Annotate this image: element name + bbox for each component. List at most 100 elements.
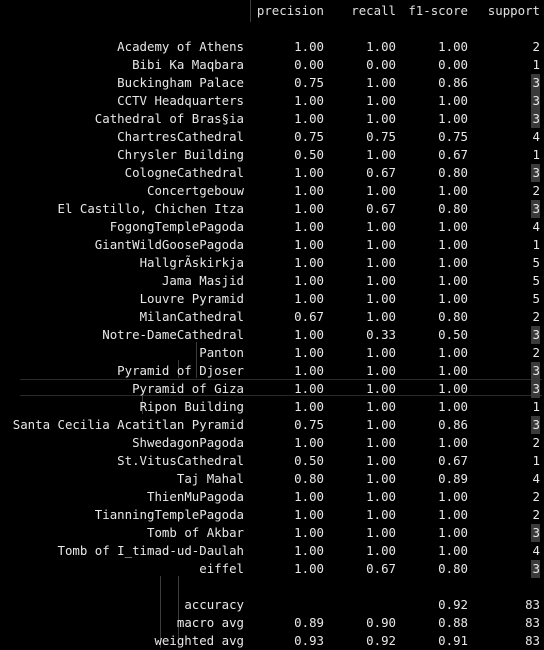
support-value: 3: [530, 164, 540, 182]
f1-score-value: 1.00: [438, 435, 468, 450]
row-label: GiantWildGoosePagoda: [94, 237, 244, 252]
precision-value: 0.50: [294, 147, 324, 162]
precision-value: 1.00: [294, 237, 324, 252]
table-row: TianningTemplePagoda 1.00 1.00 1.00 2: [0, 506, 544, 524]
recall-value: 1.00: [366, 435, 396, 450]
row-label: St.VitusCathedral: [117, 453, 244, 468]
table-row: El Castillo, Chichen Itza 1.00 0.67 0.80 3: [0, 200, 544, 218]
row-label: Ripon Building: [139, 399, 244, 414]
recall-value: 1.00: [366, 255, 396, 270]
row-label: Panton: [199, 345, 244, 360]
precision-value: 1.00: [294, 183, 324, 198]
support-value: 3: [530, 326, 540, 344]
recall-value: 1.00: [366, 345, 396, 360]
header-support: support: [487, 3, 540, 18]
table-row: eiffel 1.00 0.67 0.80 3: [0, 560, 544, 578]
row-label: Cathedral of Bras§ia: [94, 111, 244, 126]
recall-value: 1.00: [366, 453, 396, 468]
f1-score-value: 1.00: [438, 345, 468, 360]
summary-row-label: macro avg: [176, 615, 244, 630]
f1-score-value: 0.50: [438, 327, 468, 342]
recall-value: 1.00: [366, 309, 396, 324]
row-label: El Castillo, Chichen Itza: [57, 201, 245, 216]
table-row: HallgrÃ­skirkja 1.00 1.00 1.00 5: [0, 254, 544, 272]
table-row: ChartresCathedral 0.75 0.75 0.75 4: [0, 128, 544, 146]
row-label: Bibi Ka Maqbara: [132, 57, 244, 72]
support-value: 1: [532, 237, 540, 252]
recall-value: 1.00: [366, 381, 396, 396]
f1-score-value: 1.00: [438, 183, 468, 198]
support-value: 1: [532, 399, 540, 414]
summary-row: macro avg 0.89 0.90 0.88 83: [0, 614, 544, 632]
summary-support-value: 83: [525, 597, 540, 612]
table-row: Tomb of I_timad-ud-Daulah 1.00 1.00 1.00 4: [0, 542, 544, 560]
support-value: 3: [530, 92, 540, 110]
row-label: Tomb of I_timad-ud-Daulah: [57, 543, 245, 558]
table-row: Concertgebouw 1.00 1.00 1.00 2: [0, 182, 544, 200]
support-value: 2: [532, 435, 540, 450]
f1-score-value: 1.00: [438, 93, 468, 108]
precision-value: 1.00: [294, 111, 324, 126]
f1-score-value: 1.00: [438, 489, 468, 504]
table-row: CCTV Headquarters 1.00 1.00 1.00 3: [0, 92, 544, 110]
support-value: 4: [532, 471, 540, 486]
support-value: 3: [530, 380, 540, 398]
row-label: ThienMuPagoda: [147, 489, 244, 504]
precision-value: 1.00: [294, 399, 324, 414]
f1-score-value: 1.00: [438, 363, 468, 378]
support-value: 4: [532, 129, 540, 144]
summary-recall-value: 0.90: [366, 615, 396, 630]
recall-value: 1.00: [366, 291, 396, 306]
summary-row: weighted avg 0.93 0.92 0.91 83: [0, 632, 544, 650]
table-row: Academy of Athens 1.00 1.00 1.00 2: [0, 38, 544, 56]
f1-score-value: 1.00: [438, 399, 468, 414]
f1-score-value: 0.80: [438, 309, 468, 324]
table-row: Chrysler Building 0.50 1.00 0.67 1: [0, 146, 544, 164]
f1-score-value: 0.67: [438, 453, 468, 468]
recall-value: 1.00: [366, 75, 396, 90]
precision-value: 1.00: [294, 93, 324, 108]
row-label: MilanCathedral: [139, 309, 244, 324]
precision-value: 1.00: [294, 345, 324, 360]
support-value: 1: [532, 453, 540, 468]
precision-value: 1.00: [294, 219, 324, 234]
recall-value: 1.00: [366, 183, 396, 198]
row-label: TianningTemplePagoda: [94, 507, 244, 522]
f1-score-value: 0.80: [438, 165, 468, 180]
f1-score-value: 0.80: [438, 561, 468, 576]
precision-value: 1.00: [294, 381, 324, 396]
row-label: Academy of Athens: [117, 39, 244, 54]
table-row: Buckingham Palace 0.75 1.00 0.86 3: [0, 74, 544, 92]
f1-score-value: 0.80: [438, 201, 468, 216]
table-row: Pyramid of Giza 1.00 1.00 1.00 3: [0, 380, 544, 398]
summary-f1-score-value: 0.88: [438, 615, 468, 630]
support-value: 5: [532, 291, 540, 306]
row-label: Santa Cecilia Acatitlan Pyramid: [12, 417, 244, 432]
table-row: CologneCathedral 1.00 0.67 0.80 3: [0, 164, 544, 182]
support-value: 3: [530, 560, 540, 578]
f1-score-value: 0.67: [438, 147, 468, 162]
row-label: Notre-DameCathedral: [102, 327, 244, 342]
row-label: Jama Masjid: [161, 273, 244, 288]
row-label: ChartresCathedral: [117, 129, 244, 144]
precision-value: 1.00: [294, 327, 324, 342]
row-label: FogongTemplePagoda: [109, 219, 244, 234]
precision-value: 1.00: [294, 39, 324, 54]
recall-value: 0.75: [366, 129, 396, 144]
recall-value: 1.00: [366, 525, 396, 540]
f1-score-value: 1.00: [438, 255, 468, 270]
f1-score-value: 1.00: [438, 237, 468, 252]
recall-value: 1.00: [366, 471, 396, 486]
support-value: 5: [532, 273, 540, 288]
precision-value: 1.00: [294, 435, 324, 450]
table-row: Pyramid of Djoser 1.00 1.00 1.00 3: [0, 362, 544, 380]
summary-precision-value: 0.93: [294, 633, 324, 648]
table-row: Notre-DameCathedral 1.00 0.33 0.50 3: [0, 326, 544, 344]
recall-value: 0.00: [366, 57, 396, 72]
f1-score-value: 1.00: [438, 219, 468, 234]
report-header: precision recall f1-score support: [0, 2, 544, 20]
precision-value: 1.00: [294, 165, 324, 180]
table-row: GiantWildGoosePagoda 1.00 1.00 1.00 1: [0, 236, 544, 254]
support-value: 2: [532, 489, 540, 504]
terminal-output[interactable]: precision recall f1-score support Academ…: [0, 0, 544, 648]
